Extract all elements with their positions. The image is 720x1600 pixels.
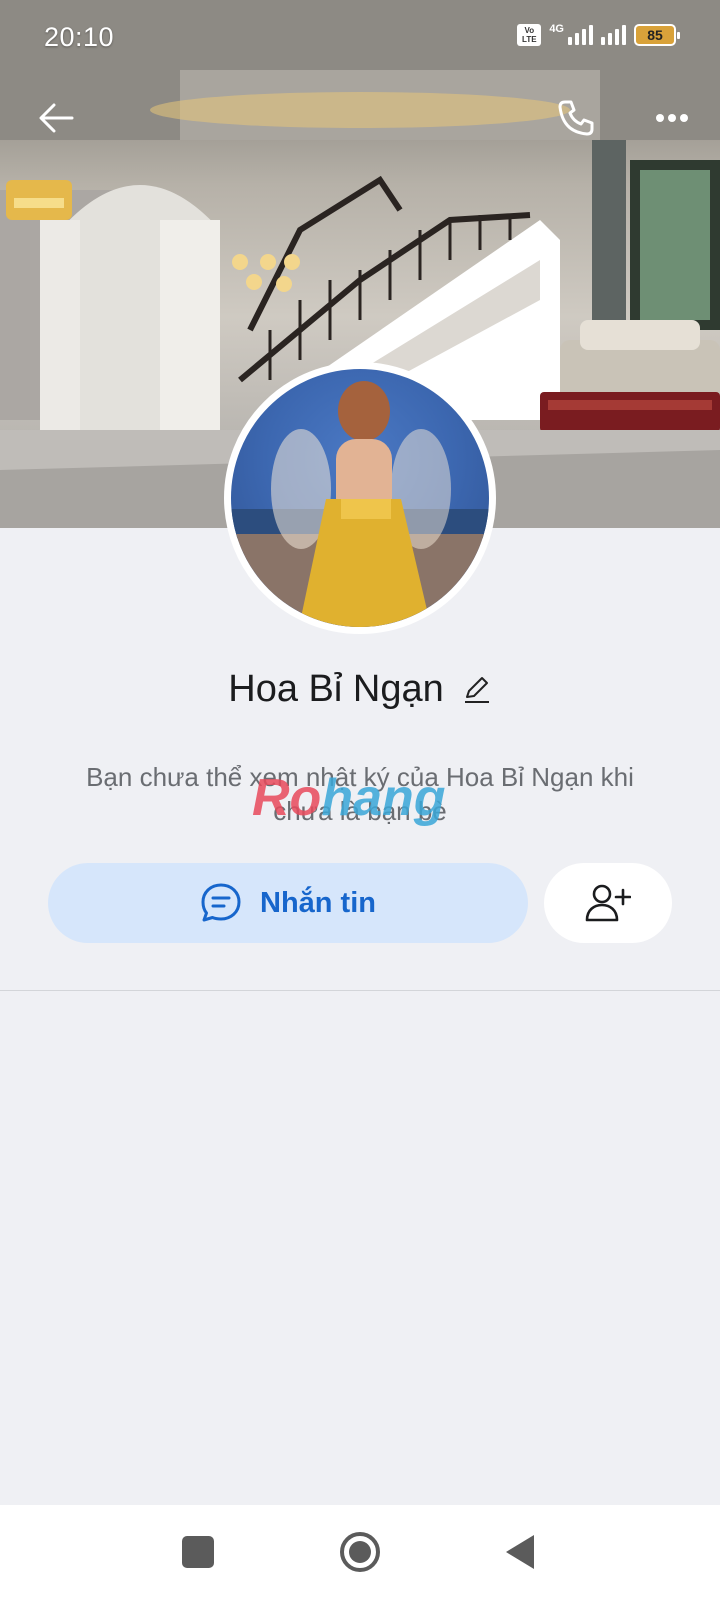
avatar-illustration	[231, 381, 489, 627]
profile-name: Hoa Bỉ Ngạn	[228, 667, 444, 710]
system-nav-bar	[0, 1505, 720, 1600]
status-indicators: Vo LTE 4G 85	[517, 23, 680, 46]
watermark-part1: Ro	[252, 769, 322, 827]
triangle-back-icon[interactable]	[506, 1535, 534, 1569]
network-type: 4G	[549, 23, 564, 35]
pencil-icon[interactable]	[462, 674, 492, 704]
status-time: 20:10	[44, 22, 115, 52]
signal-icon	[568, 25, 593, 45]
more-button[interactable]	[648, 94, 696, 142]
add-friend-button[interactable]	[544, 863, 672, 943]
send-message-button[interactable]: Nhắn tin	[48, 863, 528, 943]
top-action-bar	[0, 88, 720, 148]
phone-icon	[558, 100, 594, 136]
watermark-logo: Rohang	[252, 768, 446, 828]
back-button[interactable]	[32, 94, 80, 142]
arrow-left-icon	[39, 103, 74, 133]
call-button[interactable]	[552, 94, 600, 142]
circle-home-icon[interactable]	[340, 1532, 380, 1572]
send-message-label: Nhắn tin	[260, 886, 376, 919]
signal-icon-2	[601, 25, 626, 45]
chat-bubble-icon	[201, 883, 241, 922]
battery-icon: 85	[634, 24, 680, 46]
watermark-part2: hang	[321, 769, 446, 827]
more-horizontal-icon	[656, 114, 688, 122]
volte-icon: Vo LTE	[517, 24, 542, 46]
status-bar: 20:10 Vo LTE 4G 85	[0, 0, 720, 78]
avatar[interactable]	[224, 362, 496, 634]
section-divider	[0, 990, 720, 991]
add-user-icon	[585, 884, 631, 922]
square-icon[interactable]	[182, 1536, 214, 1568]
profile-screen: 20:10 Vo LTE 4G 85 Hoa Bỉ Ngạn Bạn chưa …	[0, 0, 720, 1600]
profile-name-row: Hoa Bỉ Ngạn	[0, 664, 720, 714]
